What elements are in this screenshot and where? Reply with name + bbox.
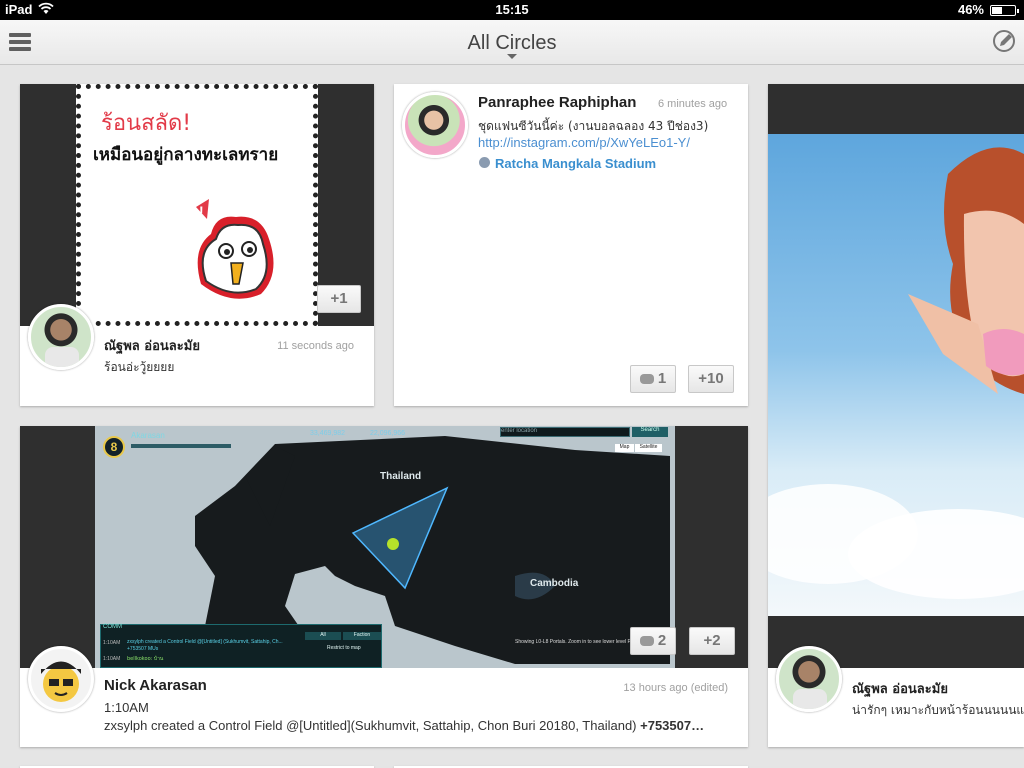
map-search-input[interactable]: enter location (500, 427, 630, 437)
comment-bubble-icon (639, 374, 654, 385)
map-search-button[interactable]: Search (632, 427, 668, 437)
post-image[interactable] (768, 84, 1024, 668)
post-timestamp: 11 seconds ago (277, 340, 354, 352)
post-text-body: zxsylph created a Control Field @[Untitl… (104, 718, 641, 733)
satellite-type-button[interactable]: Satellite (635, 444, 662, 452)
comments-button[interactable]: 2 (630, 627, 676, 655)
comm-time: 1:10AM (103, 640, 121, 646)
map-country-label: Cambodia (530, 578, 579, 589)
comm-message: bellkokoo: บ้าน (127, 656, 164, 662)
plus-one-button[interactable]: +1 (317, 285, 361, 313)
battery-percentage: 46% (957, 2, 984, 17)
post-author[interactable]: ณัฐพล อ่อนละมัย (104, 335, 200, 356)
navigation-bar: All Circles (0, 20, 1024, 65)
status-bar: iPad 15:15 46% (0, 0, 1024, 20)
post-text-mu: +753507… (640, 718, 705, 733)
comm-restrict-checkbox[interactable]: Restrict to map (327, 645, 361, 651)
post-card[interactable]: 8 Akarasan 33,469,982 22,096,966 enter l… (20, 426, 748, 747)
clock: 15:15 (495, 2, 529, 17)
plus-one-button[interactable]: +2 (689, 627, 735, 655)
comm-title: COMM (103, 624, 122, 630)
post-text: ชุดแฟนซีวันนี้ค่ะ (งานบอลฉลอง 43 ปีช่อง3… (478, 119, 709, 133)
dropdown-caret-icon[interactable] (507, 54, 517, 59)
post-card[interactable]: ร้อนสลัด! เหมือนอยู่กลางทะเลทราย ! +1 ณั… (20, 84, 374, 406)
post-timestamp: 13 hours ago (edited) (623, 682, 728, 694)
agent-level-badge: 8 (103, 436, 125, 458)
post-text-line: zxsylph created a Control Field @[Untitl… (104, 718, 734, 733)
post-author[interactable]: Panraphee Raphiphan (478, 94, 636, 111)
map-country-label: Thailand (380, 471, 422, 482)
sticker-image: ร้อนสลัด! เหมือนอยู่กลางทะเลทราย ! (76, 84, 318, 326)
photo-subject (768, 147, 1024, 599)
ingress-map-screenshot: 8 Akarasan 33,469,982 22,096,966 enter l… (95, 426, 675, 668)
post-text-line: 1:10AM (104, 700, 149, 715)
post-author[interactable]: Nick Akarasan (104, 677, 207, 694)
comm-message: zxsylph created a Control Field @[Untitl… (127, 639, 283, 645)
comm-message-detail: +753507 MUs (127, 646, 159, 652)
location-link[interactable]: Ratcha Mangkala Stadium (495, 156, 656, 171)
comment-count: 2 (657, 632, 667, 649)
comm-panel[interactable]: COMM All Faction 1:10AM zxsylph created … (100, 624, 382, 668)
post-author[interactable]: ณัฐพล อ่อนละมัย (852, 678, 948, 699)
post-card[interactable]: Panraphee Raphiphan 6 minutes ago ชุดแฟน… (394, 84, 748, 406)
post-timestamp: 6 minutes ago (658, 98, 728, 110)
score-right: 22,096,966 (370, 430, 406, 437)
post-image[interactable]: ร้อนสลัด! เหมือนอยู่กลางทะเลทราย ! +1 (20, 84, 374, 326)
cartoon-avatar-icon (41, 661, 81, 702)
plus-one-button[interactable]: +10 (688, 365, 734, 393)
avatar[interactable] (402, 92, 468, 158)
sticker-caption-red: ร้อนสลัด! (101, 111, 192, 136)
agent-xp-bar (131, 444, 231, 448)
comm-time: 1:10AM (103, 656, 121, 662)
post-card[interactable]: ณัฐพล อ่อนละมัย น่ารักๆ เหมาะกับหน้าร้อน… (768, 84, 1024, 747)
post-link[interactable]: http://instagram.com/p/XwYeLEo1-Y/ (478, 135, 690, 150)
comm-tab-faction[interactable]: Faction (343, 632, 381, 640)
map-type-button[interactable]: Map (615, 444, 634, 452)
beach-photo (768, 134, 1024, 616)
comment-bubble-icon (639, 636, 654, 647)
circles-selector-title[interactable]: All Circles (0, 32, 1024, 55)
post-text: น่ารักๆ เหมาะกับหน้าร้อนนนนนแบบ (852, 703, 1024, 717)
comment-count: 1 (657, 370, 667, 387)
avatar[interactable] (28, 304, 94, 370)
compose-pencil-icon[interactable] (992, 29, 1016, 53)
chicken-icon: ! (196, 199, 274, 299)
score-left: 33,469,982 (310, 430, 346, 437)
comments-button[interactable]: 1 (630, 365, 676, 393)
location-checkin-icon (479, 157, 490, 168)
avatar[interactable] (776, 646, 842, 712)
map-footer-text: Showing L0-L8 Portals. Zoom in to see lo… (515, 639, 645, 645)
svg-text:!: ! (199, 203, 204, 219)
avatar[interactable] (28, 646, 94, 712)
agent-name: Akarasan (131, 431, 165, 440)
battery-icon (990, 5, 1019, 16)
sticker-caption-black: เหมือนอยู่กลางทะเลทราย (93, 145, 279, 165)
post-text: ร้อนอ่ะวู้ยยยย (104, 360, 175, 374)
battery-level-fill (992, 7, 1002, 14)
post-image[interactable]: 8 Akarasan 33,469,982 22,096,966 enter l… (20, 426, 748, 668)
